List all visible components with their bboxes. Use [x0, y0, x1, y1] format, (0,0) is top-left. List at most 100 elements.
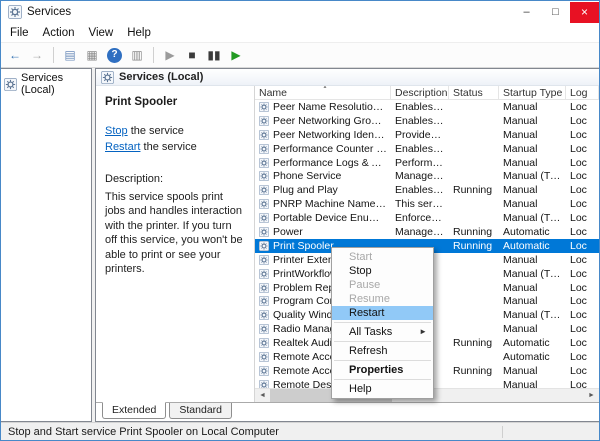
service-description: Manages th... — [391, 170, 449, 182]
service-name-cell: Peer Networking Grouping — [255, 115, 391, 127]
column-header-status[interactable]: Status — [449, 86, 499, 99]
column-header-name[interactable]: Name▲ — [255, 86, 391, 99]
service-startup-type: Manual — [499, 295, 566, 307]
service-name-cell: Performance Logs & Alerts — [255, 157, 391, 169]
service-row[interactable]: Peer Networking Identity M... Provides id… — [255, 128, 599, 142]
view-tabs: ExtendedStandard — [96, 402, 599, 421]
service-gear-icon — [259, 185, 269, 195]
context-menu-item-pause: Pause — [332, 278, 433, 292]
service-row[interactable]: PowerManages p...RunningAutomaticLoc — [255, 225, 599, 239]
scroll-left-icon[interactable]: ◄ — [255, 389, 270, 403]
menubar-item-file[interactable]: File — [3, 25, 36, 41]
context-menu-separator — [334, 360, 431, 361]
service-row[interactable]: Peer Name Resolution Prot...Enables serv… — [255, 100, 599, 114]
service-gear-icon — [259, 130, 269, 140]
service-gear-icon — [259, 380, 269, 388]
tab-extended[interactable]: Extended — [102, 402, 166, 419]
service-name-cell: Peer Networking Identity M... — [255, 129, 391, 141]
properties-icon[interactable]: ▦ — [82, 45, 102, 65]
menu-bar: FileActionViewHelp — [1, 23, 599, 42]
service-row[interactable]: Portable Device Enumerator...Enforces gr… — [255, 211, 599, 225]
service-row[interactable]: Plug and PlayEnables a c...RunningManual… — [255, 183, 599, 197]
column-header-log[interactable]: Log — [566, 86, 599, 99]
menubar-item-view[interactable]: View — [82, 25, 121, 41]
stop-service-link[interactable]: Stop — [105, 125, 128, 137]
restart-link-suffix: the service — [140, 141, 196, 153]
column-header-startup-type[interactable]: Startup Type — [499, 86, 566, 99]
service-gear-icon — [259, 366, 269, 376]
submenu-arrow-icon: ► — [419, 325, 427, 339]
extended-info-panel: Print Spooler Stop the service Restart t… — [96, 86, 254, 402]
context-menu-item-resume: Resume — [332, 292, 433, 306]
context-menu-separator — [334, 322, 431, 323]
service-description: Provides ide... — [391, 129, 449, 141]
service-row[interactable]: Performance Counter DLL ... Enables rem..… — [255, 142, 599, 156]
service-name: Power — [273, 226, 303, 238]
menubar-item-action[interactable]: Action — [36, 25, 82, 41]
pause-service-icon[interactable]: ▮▮ — [204, 45, 224, 65]
menubar-item-help[interactable]: Help — [120, 25, 158, 41]
service-logon-as: Loc — [566, 101, 599, 113]
service-status: Running — [449, 226, 499, 238]
service-logon-as: Loc — [566, 351, 599, 363]
service-gear-icon — [259, 213, 269, 223]
service-row[interactable]: Peer Networking GroupingEnables mul...Ma… — [255, 114, 599, 128]
close-button[interactable]: × — [570, 2, 599, 23]
show-console-tree-icon[interactable]: ▤ — [60, 45, 80, 65]
forward-icon[interactable]: → — [27, 45, 47, 65]
service-description: Enables a c... — [391, 184, 449, 196]
context-menu-item-refresh[interactable]: Refresh — [332, 344, 433, 358]
service-status: Running — [449, 240, 499, 252]
toolbar-separator — [153, 47, 154, 63]
service-gear-icon — [259, 144, 269, 154]
tab-standard[interactable]: Standard — [169, 403, 232, 419]
tree-item-services-local[interactable]: Services (Local) — [1, 69, 91, 99]
services-window: Services – □ × FileActionViewHelp ←→▤▦?▥… — [0, 0, 600, 441]
restart-service-icon[interactable]: ▶ — [226, 45, 246, 65]
context-menu-item-all-tasks[interactable]: All Tasks► — [332, 325, 433, 339]
context-menu-item-stop[interactable]: Stop — [332, 264, 433, 278]
toolbar: ←→▤▦?▥▶■▮▮▶ — [1, 42, 599, 68]
service-gear-icon — [259, 116, 269, 126]
service-name: Performance Counter DLL ... — [273, 143, 387, 155]
back-icon[interactable]: ← — [5, 45, 25, 65]
service-name-cell: Power — [255, 226, 391, 238]
service-row[interactable]: Phone ServiceManages th...Manual (Trig..… — [255, 169, 599, 183]
service-logon-as: Loc — [566, 115, 599, 127]
service-gear-icon — [259, 269, 269, 279]
service-startup-type: Manual — [499, 157, 566, 169]
service-startup-type: Manual (Trig... — [499, 170, 566, 182]
context-menu-item-properties[interactable]: Properties — [332, 363, 433, 377]
service-row[interactable]: PNRP Machine Name Publi...This service .… — [255, 197, 599, 211]
service-name: Peer Networking Identity M... — [273, 129, 387, 141]
service-logon-as: Loc — [566, 268, 599, 280]
column-header-description[interactable]: Description — [391, 86, 449, 99]
service-startup-type: Manual (Trig... — [499, 309, 566, 321]
stop-service-icon[interactable]: ■ — [182, 45, 202, 65]
status-bar-divider — [502, 426, 503, 438]
service-description: Enables rem... — [391, 143, 449, 155]
service-gear-icon — [259, 227, 269, 237]
service-startup-type: Manual — [499, 101, 566, 113]
service-name-cell: Portable Device Enumerator... — [255, 212, 391, 224]
service-startup-type: Manual — [499, 282, 566, 294]
service-gear-icon — [259, 102, 269, 112]
stop-link-suffix: the service — [128, 125, 184, 137]
service-name: Peer Name Resolution Prot... — [273, 101, 387, 113]
start-service-icon[interactable]: ▶ — [160, 45, 180, 65]
help-icon[interactable]: ? — [107, 48, 122, 63]
service-startup-type: Manual — [499, 129, 566, 141]
service-status: Running — [449, 365, 499, 377]
service-status: Running — [449, 337, 499, 349]
maximize-button[interactable]: □ — [541, 2, 570, 23]
service-name: Plug and Play — [273, 184, 338, 196]
export-list-icon[interactable]: ▥ — [127, 45, 147, 65]
service-logon-as: Loc — [566, 282, 599, 294]
service-row[interactable]: Performance Logs & AlertsPerformanc...Ma… — [255, 156, 599, 170]
context-menu-item-help[interactable]: Help — [332, 382, 433, 396]
minimize-button[interactable]: – — [512, 2, 541, 23]
service-logon-as: Loc — [566, 170, 599, 182]
scroll-right-icon[interactable]: ► — [584, 389, 599, 403]
context-menu-item-restart[interactable]: Restart — [332, 306, 433, 320]
restart-service-link[interactable]: Restart — [105, 141, 140, 153]
